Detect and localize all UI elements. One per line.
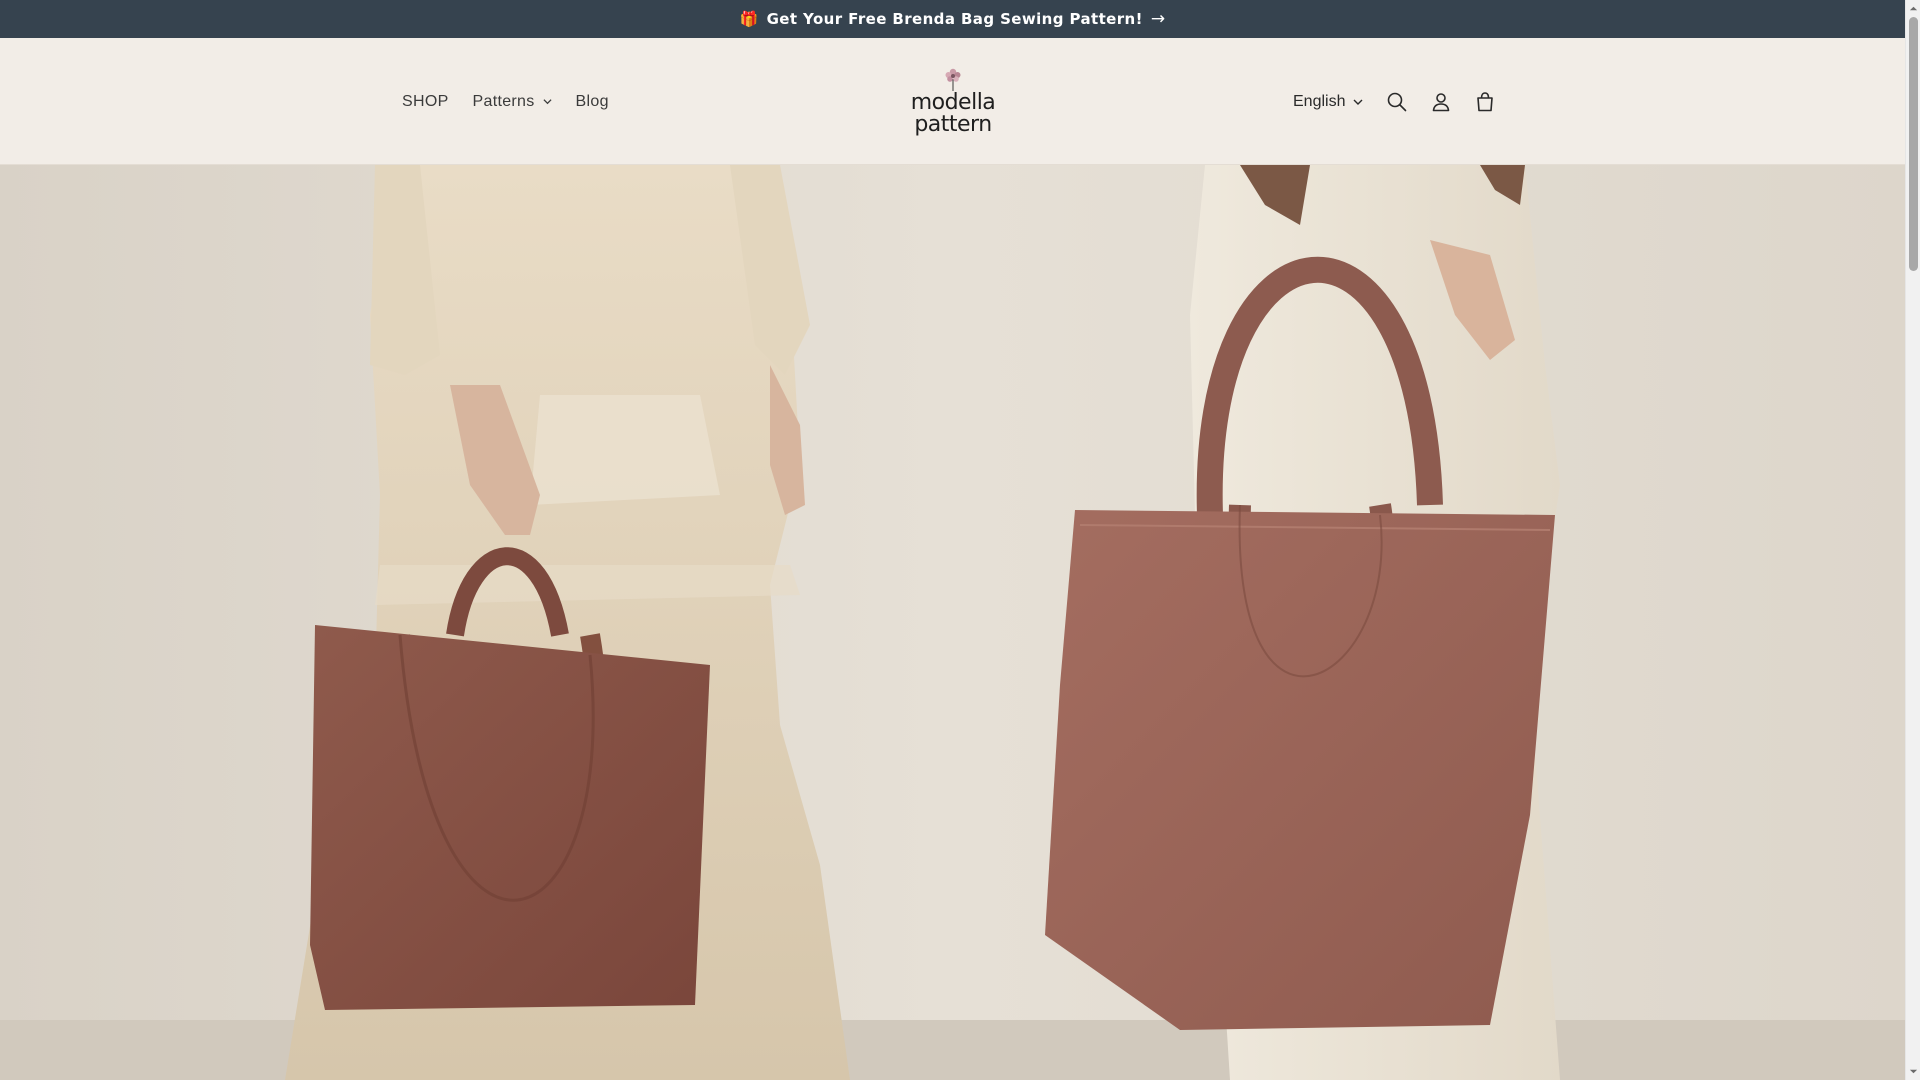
search-button[interactable]	[1385, 90, 1409, 114]
search-icon	[1388, 92, 1407, 111]
nav-label-blog: Blog	[575, 92, 609, 110]
arrow-right-icon: →	[1150, 9, 1166, 29]
language-selector[interactable]: English	[1293, 93, 1363, 111]
site-logo[interactable]: modella pattern	[905, 66, 1001, 142]
chevron-down-icon	[543, 99, 552, 105]
account-icon	[1433, 92, 1450, 111]
main-nav: SHOP Patterns Blog	[402, 38, 609, 165]
gift-icon: 🎁	[739, 10, 759, 28]
cart-icon	[1477, 91, 1494, 111]
logo-text-line2: pattern	[914, 112, 992, 137]
cart-button[interactable]	[1473, 90, 1497, 114]
nav-label-shop: SHOP	[402, 92, 449, 110]
announcement-bar[interactable]: 🎁 Get Your Free Brenda Bag Sewing Patter…	[0, 0, 1905, 38]
browser-viewport: 🎁 Get Your Free Brenda Bag Sewing Patter…	[0, 0, 1920, 1080]
scroll-up-icon[interactable]	[1909, 4, 1918, 13]
page-scrollbar[interactable]	[1905, 0, 1920, 1080]
scroll-down-icon[interactable]	[1909, 1067, 1918, 1076]
nav-label-patterns: Patterns	[472, 92, 535, 110]
nav-item-blog[interactable]: Blog	[576, 93, 609, 111]
account-button[interactable]	[1429, 90, 1453, 114]
hero-image	[0, 165, 1905, 1080]
chevron-down-icon	[1353, 99, 1363, 105]
announcement-text: Get Your Free Brenda Bag Sewing Pattern!	[766, 10, 1143, 28]
nav-item-patterns[interactable]: Patterns	[473, 93, 552, 111]
header-utilities: English	[1293, 38, 1497, 165]
nav-item-shop[interactable]: SHOP	[402, 93, 449, 111]
logo-text-line1: modella	[910, 90, 996, 115]
flower-icon	[945, 68, 961, 91]
page-content: 🎁 Get Your Free Brenda Bag Sewing Patter…	[0, 0, 1905, 1080]
hero-banner[interactable]	[0, 165, 1905, 1080]
language-label: English	[1293, 92, 1346, 110]
scrollbar-thumb[interactable]	[1909, 17, 1918, 271]
site-header: SHOP Patterns Blog modella pattern Engli…	[0, 38, 1905, 165]
